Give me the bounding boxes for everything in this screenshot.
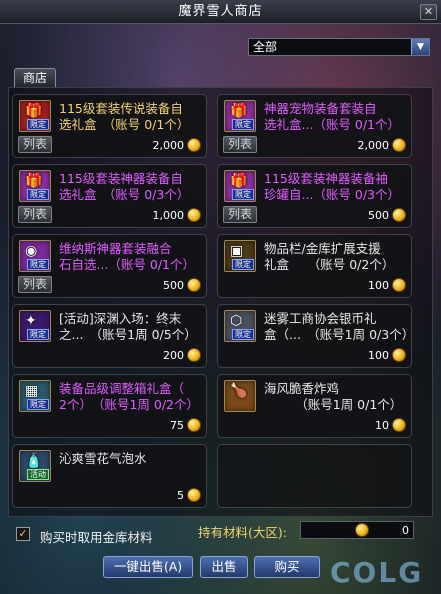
materials-label: 持有材料(大区): <box>198 525 287 540</box>
list-button[interactable]: 列表 <box>223 136 257 153</box>
item-name: 迷雾工商协会银币礼 盒（... （账号1周 0/3个） <box>264 311 415 342</box>
item-name: 物品栏/金库扩展支援 礼盒 （账号 0/2个） <box>264 241 395 272</box>
coin-icon <box>392 278 406 292</box>
item-card[interactable]: 🎁 限定 神器宠物装备套装自 选礼盒...（账号 0/1个） 列表 2,000 <box>217 94 412 158</box>
item-price: 200 <box>163 349 184 362</box>
item-price: 2,000 <box>357 139 390 152</box>
limited-badge: 限定 <box>232 119 254 130</box>
limited-badge: 限定 <box>232 189 254 200</box>
gift-box-icon: 🎁 限定 <box>224 170 256 202</box>
item-name: [活动]深渊入场：终末 之... （账号1周 0/5个） <box>59 311 197 342</box>
item-name: 装备品级调整箱礼盒（ 2个） （账号1周 0/2个） <box>59 381 199 412</box>
materials-value: 0 <box>402 524 409 537</box>
use-vault-checkbox[interactable]: ✓ <box>16 527 30 541</box>
chevron-down-icon[interactable]: ▼ <box>411 39 429 55</box>
coin-icon <box>187 348 201 362</box>
empty-item-slot <box>217 444 412 508</box>
coin-icon <box>187 138 201 152</box>
item-price: 75 <box>170 419 184 432</box>
item-card[interactable]: ▣ 限定 物品栏/金库扩展支援 礼盒 （账号 0/2个） 100 <box>217 234 412 298</box>
item-price: 1,000 <box>152 209 185 222</box>
limited-badge: 限定 <box>27 189 49 200</box>
gift-box-icon: 🎁 限定 <box>19 100 51 132</box>
food-icon: 🍗 <box>224 380 256 412</box>
limited-badge: 限定 <box>232 329 254 340</box>
limited-badge: 限定 <box>27 119 49 130</box>
item-price: 2,000 <box>152 139 185 152</box>
event-badge: 活动 <box>27 469 49 480</box>
category-select[interactable]: 全部 ▼ <box>248 38 430 56</box>
shop-window: 魔界雪人商店 ✕ 全部 ▼ 商店 🎁 限定 115级套装传说装备自 选礼盒 （账号… <box>0 0 441 594</box>
chest-icon: ▣ 限定 <box>224 240 256 272</box>
item-price: 100 <box>368 349 389 362</box>
gift-box-icon: 🎁 限定 <box>19 170 51 202</box>
item-card[interactable]: 🎁 限定 115级套装传说装备自 选礼盒 （账号 0/1个） 列表 2,000 <box>12 94 207 158</box>
category-selected-label: 全部 <box>253 40 278 54</box>
list-button[interactable]: 列表 <box>18 136 52 153</box>
item-card[interactable]: 🍗 海风脆香炸鸡 （账号1周 0/1个） 10 <box>217 374 412 438</box>
item-name: 沁爽雪花气泡水 <box>59 451 147 466</box>
item-card[interactable]: ▦ 限定 装备品级调整箱礼盒（ 2个） （账号1周 0/2个） 75 <box>12 374 207 438</box>
list-button[interactable]: 列表 <box>223 206 257 223</box>
item-name: 115级套装神器装备自 选礼盒 （账号 0/3个） <box>59 171 190 202</box>
tab-shop[interactable]: 商店 <box>14 68 56 87</box>
materials-field: 0 <box>300 521 414 539</box>
gift-box-icon: 🎁 限定 <box>224 100 256 132</box>
box-icon: ▦ 限定 <box>19 380 51 412</box>
watermark: COLG <box>330 556 424 589</box>
item-price: 100 <box>368 279 389 292</box>
item-name: 维纳斯神器套装融合 石自选...（账号 0/1个） <box>59 241 196 272</box>
list-button[interactable]: 列表 <box>18 276 52 293</box>
coin-icon <box>187 488 201 502</box>
item-name: 115级套装神器装备袖 珍罐自...（账号 0/3个） <box>264 171 401 202</box>
item-card[interactable]: 🎁 限定 115级套装神器装备袖 珍罐自...（账号 0/3个） 列表 500 <box>217 164 412 228</box>
coin-icon <box>187 418 201 432</box>
item-price: 500 <box>368 209 389 222</box>
item-name: 海风脆香炸鸡 （账号1周 0/1个） <box>264 381 403 412</box>
window-title: 魔界雪人商店 <box>0 0 441 24</box>
coin-icon <box>392 348 406 362</box>
limited-badge: 限定 <box>232 259 254 270</box>
limited-badge: 限定 <box>27 399 49 410</box>
item-price: 5 <box>177 489 184 502</box>
sell-button[interactable]: 出售 <box>200 556 248 578</box>
item-card[interactable]: ✦ 限定 [活动]深渊入场：终末 之... （账号1周 0/5个） 200 <box>12 304 207 368</box>
limited-badge: 限定 <box>27 259 49 270</box>
item-card[interactable]: ◉ 限定 维纳斯神器套装融合 石自选...（账号 0/1个） 列表 500 <box>12 234 207 298</box>
bottle-icon: 🧴 活动 <box>19 450 51 482</box>
use-vault-label: 购买时取用金库材料 <box>40 530 153 545</box>
coin-icon <box>392 208 406 222</box>
item-price: 500 <box>163 279 184 292</box>
coin-box-icon: ⬡ 限定 <box>224 310 256 342</box>
item-price: 10 <box>375 419 389 432</box>
item-name: 神器宠物装备套装自 选礼盒...（账号 0/1个） <box>264 101 401 132</box>
item-card[interactable]: 🧴 活动 沁爽雪花气泡水 5 <box>12 444 207 508</box>
item-card[interactable]: ⬡ 限定 迷雾工商协会银币礼 盒（... （账号1周 0/3个） 100 <box>217 304 415 368</box>
crystal-icon: ✦ 限定 <box>19 310 51 342</box>
buy-button[interactable]: 购买 <box>254 556 320 578</box>
close-button[interactable]: ✕ <box>420 4 437 20</box>
stone-icon: ◉ 限定 <box>19 240 51 272</box>
coin-icon <box>392 418 406 432</box>
coin-icon <box>392 138 406 152</box>
sell-all-button[interactable]: 一键出售(A) <box>103 556 193 578</box>
limited-badge: 限定 <box>27 329 49 340</box>
coin-icon <box>355 523 369 537</box>
coin-icon <box>187 278 201 292</box>
item-card[interactable]: 🎁 限定 115级套装神器装备自 选礼盒 （账号 0/3个） 列表 1,000 <box>12 164 207 228</box>
list-button[interactable]: 列表 <box>18 206 52 223</box>
item-name: 115级套装传说装备自 选礼盒 （账号 0/1个） <box>59 101 190 132</box>
coin-icon <box>187 208 201 222</box>
